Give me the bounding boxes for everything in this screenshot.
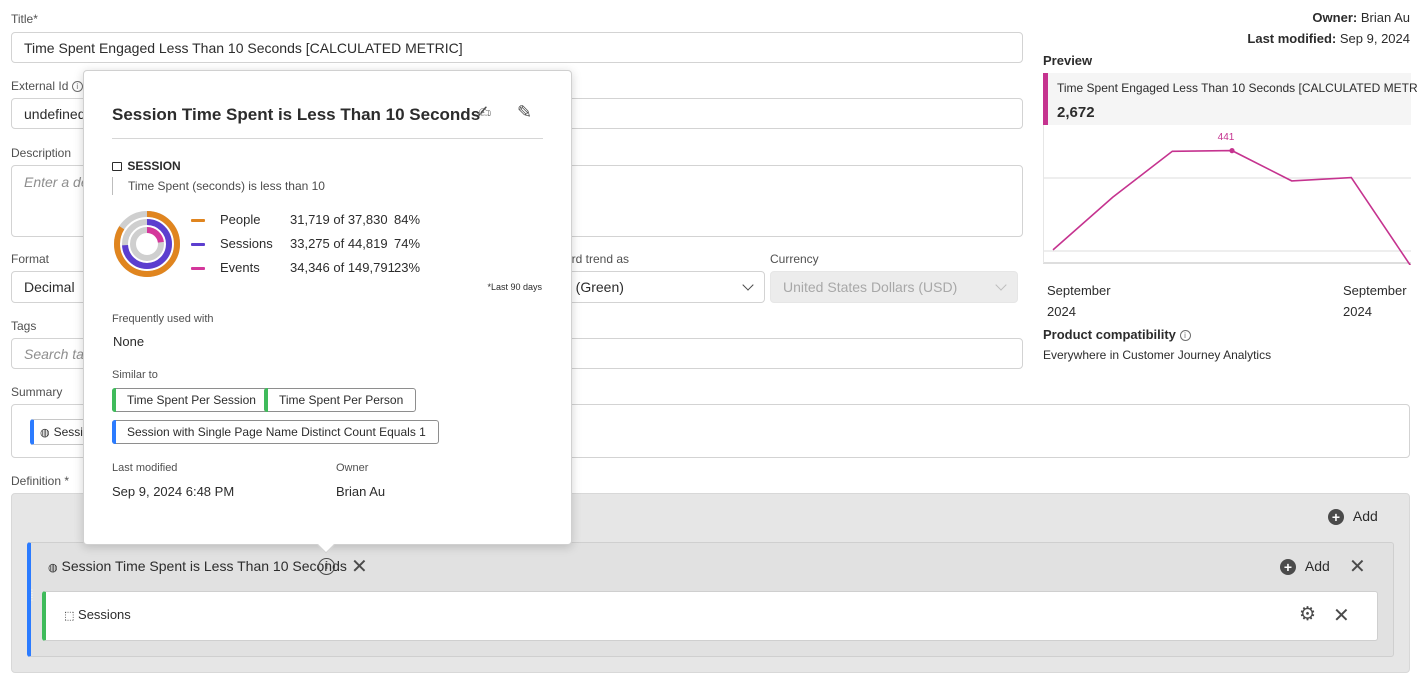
frequently-used-label: Frequently used with xyxy=(112,313,214,325)
last-modified-label: Last modified: xyxy=(1247,31,1337,46)
remove-segment-row-close-icon[interactable]: ✕ xyxy=(1349,557,1366,577)
preview-metric-value: 2,672 xyxy=(1057,104,1095,121)
stat-percent: 23% xyxy=(394,260,421,275)
currency-select[interactable]: United States Dollars (USD) xyxy=(770,271,1018,303)
remove-container-close-icon[interactable]: ✕ xyxy=(1333,606,1350,626)
last-modified-info: Last modified: Sep 9, 2024 xyxy=(1247,31,1410,46)
definition-label: Definition * xyxy=(11,474,70,488)
owner-label: Owner: xyxy=(1312,10,1358,25)
overlap-donut-chart xyxy=(114,211,180,277)
owner-info: Owner: Brian Au xyxy=(1312,10,1410,25)
sessions-container[interactable]: ⬚ Sessions xyxy=(64,607,131,622)
last-modified-label: Last modified xyxy=(112,462,178,474)
x-axis-end-label: September 2024 xyxy=(1343,283,1407,319)
sessions-container-row[interactable] xyxy=(42,591,1378,641)
preview-metric-name: Time Spent Engaged Less Than 10 Seconds … xyxy=(1057,81,1418,95)
peak-data-point xyxy=(1229,148,1235,154)
similar-segment-chip[interactable]: Time Spent Per Session xyxy=(112,388,269,412)
series-line xyxy=(1052,149,1411,265)
session-icon xyxy=(112,162,122,171)
format-label: Format xyxy=(11,252,50,266)
peak-data-label: 441 xyxy=(1218,132,1235,143)
chevron-down-icon xyxy=(742,279,754,291)
preview-line-chart: 441 xyxy=(1043,125,1411,265)
description-label: Description xyxy=(11,146,72,160)
plus-circle-icon: + xyxy=(1328,509,1344,526)
trend-label: ard trend as xyxy=(565,252,630,266)
segment-info-popover: Session Time Spent is Less Than 10 Secon… xyxy=(83,70,572,554)
last-90-days-note: *Last 90 days xyxy=(487,282,542,292)
segment-info-button[interactable]: i xyxy=(318,558,335,575)
title-input[interactable]: Time Spent Engaged Less Than 10 Seconds … xyxy=(11,32,1023,63)
owner-value: Brian Au xyxy=(1360,10,1410,25)
product-compatibility-value: Everywhere in Customer Journey Analytics xyxy=(1043,348,1272,362)
preview-heading: Preview xyxy=(1043,53,1093,68)
stat-name: Sessions xyxy=(220,236,273,251)
popover-divider xyxy=(112,138,543,139)
stat-value: 34,346 of 149,791 xyxy=(290,260,395,275)
approve-stamp-icon[interactable]: ✍ xyxy=(477,103,491,123)
legend-swatch xyxy=(191,243,205,246)
last-modified-value: Sep 9, 2024 6:48 PM xyxy=(112,484,235,499)
legend-swatch xyxy=(191,267,205,270)
definition-add-button[interactable]: + Add xyxy=(1328,508,1378,526)
container-cursor-icon: ⬚ xyxy=(64,610,75,622)
drag-handle-icon[interactable]: ⋮ ⋮ xyxy=(28,589,36,610)
owner-value: Brian Au xyxy=(336,484,386,499)
drag-handle-icon[interactable]: ⋮ ⋮ xyxy=(44,604,52,617)
similar-segment-chip[interactable]: Session with Single Page Name Distinct C… xyxy=(112,420,439,444)
session-section-label: SESSION xyxy=(112,159,181,173)
legend-swatch xyxy=(191,219,205,222)
remove-segment-close-icon[interactable]: ✕ xyxy=(351,557,368,577)
edit-pencil-icon[interactable]: ✎ xyxy=(517,102,532,123)
external-id-label: External Id i xyxy=(11,79,83,93)
frequently-used-value: None xyxy=(113,334,145,349)
info-icon[interactable]: i xyxy=(71,81,83,93)
summary-label: Summary xyxy=(11,385,63,399)
stat-value: 33,275 of 44,819 xyxy=(290,236,388,251)
chevron-down-icon xyxy=(995,279,1007,291)
trend-select[interactable]: d (Green) xyxy=(551,271,765,303)
stat-value: 31,719 of 37,830 xyxy=(290,212,388,227)
segment-name: ◍ Session Time Spent is Less Than 10 Sec… xyxy=(48,558,347,574)
x-axis-start-label: September 2024 xyxy=(1047,283,1111,319)
product-compatibility-label: Product compatibility i xyxy=(1043,327,1191,342)
segment-icon: ◍ xyxy=(48,562,58,574)
stat-percent: 74% xyxy=(394,236,421,251)
last-modified-value: Sep 9, 2024 xyxy=(1339,31,1410,46)
stat-name: Events xyxy=(220,260,260,275)
rule-text: Time Spent (seconds) is less than 10 xyxy=(128,179,325,193)
segment-icon: ◍ xyxy=(40,426,50,439)
rule-bar xyxy=(112,177,113,195)
stat-percent: 84% xyxy=(394,212,421,227)
popover-title: Session Time Spent is Less Than 10 Secon… xyxy=(112,105,481,124)
info-icon[interactable]: i xyxy=(1179,330,1191,342)
similar-segment-chip[interactable]: Time Spent Per Person xyxy=(264,388,417,412)
gear-icon[interactable]: ⚙ xyxy=(1299,605,1316,625)
tags-label: Tags xyxy=(11,319,37,333)
owner-label: Owner xyxy=(336,462,369,474)
currency-label: Currency xyxy=(770,252,819,266)
stat-name: People xyxy=(220,212,261,227)
title-label: Title* xyxy=(11,12,38,26)
plus-circle-icon: + xyxy=(1280,559,1296,576)
similar-to-label: Similar to xyxy=(112,369,158,381)
required-asterisk: * xyxy=(33,12,38,26)
segment-add-button[interactable]: + Add xyxy=(1280,558,1330,576)
